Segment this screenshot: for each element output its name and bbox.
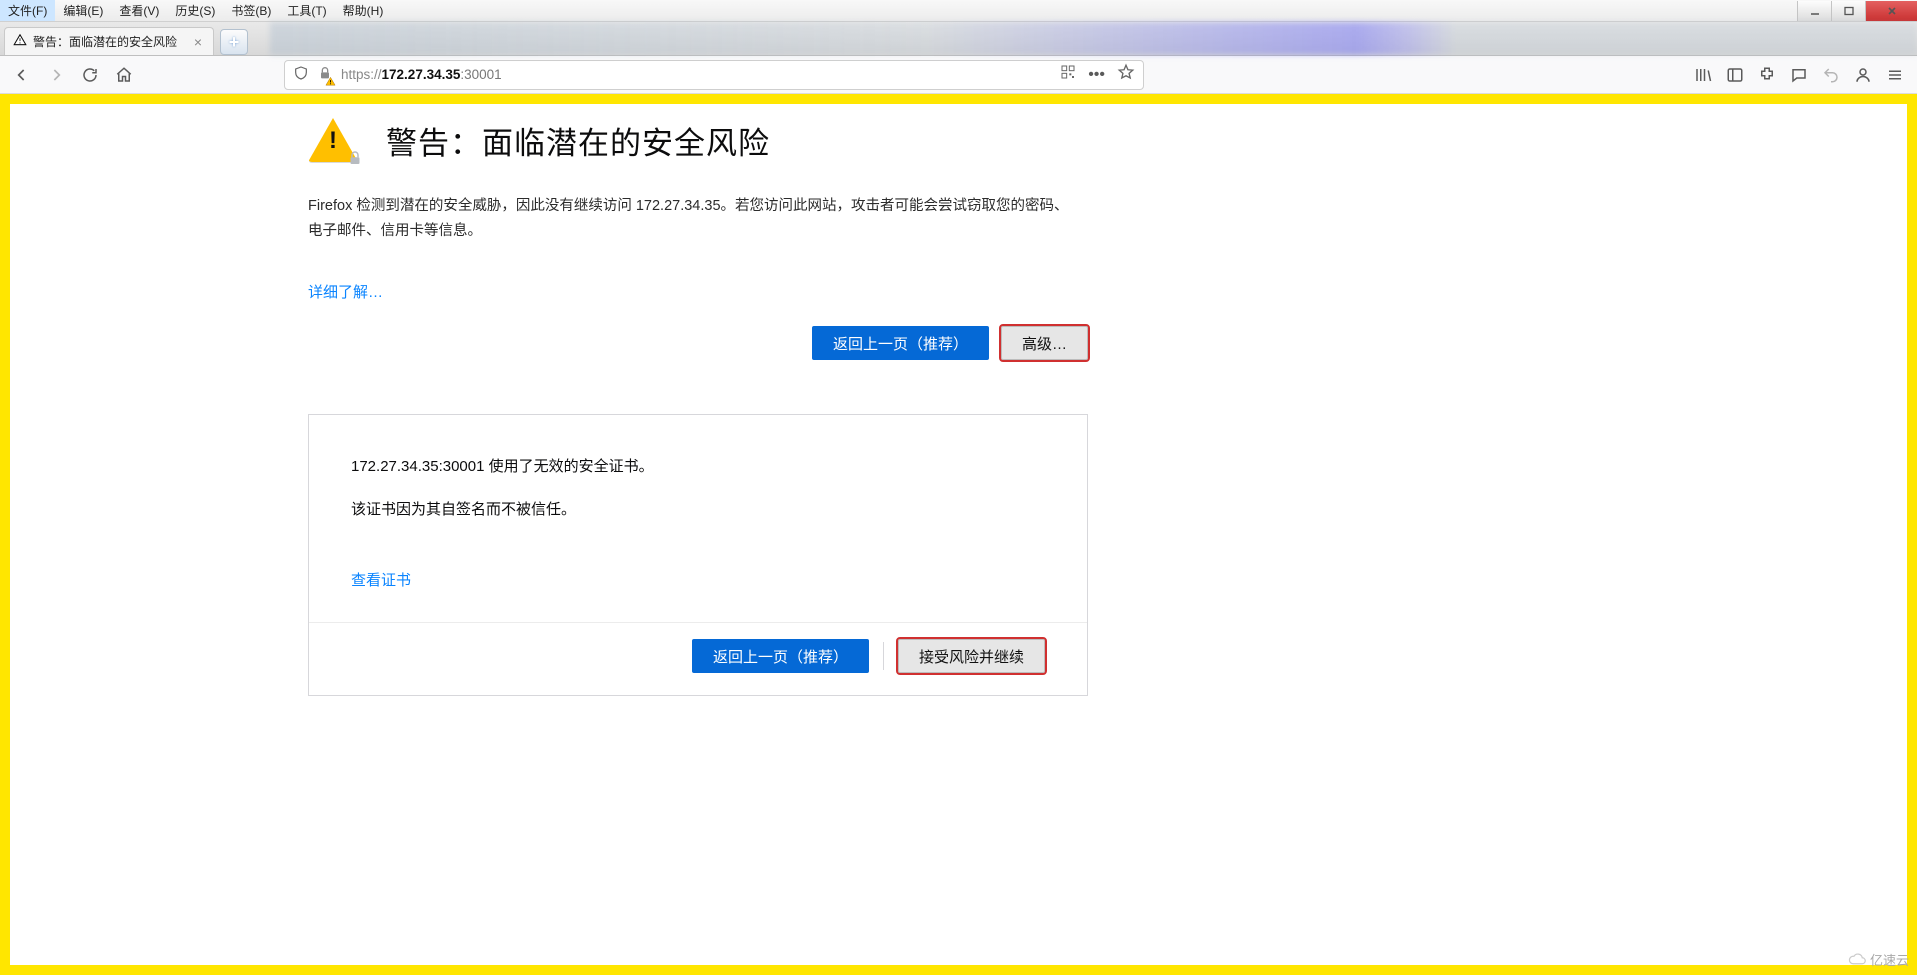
qr-icon[interactable] xyxy=(1060,64,1076,85)
watermark: 亿速云 xyxy=(1848,950,1909,969)
new-tab-button[interactable]: + xyxy=(220,29,248,55)
window-maximize-button[interactable] xyxy=(1831,1,1865,21)
go-back-button[interactable]: 返回上一页（推荐） xyxy=(812,326,989,360)
menu-bookmarks[interactable]: 书签(B) xyxy=(223,0,279,21)
library-icon[interactable] xyxy=(1689,61,1717,89)
button-divider xyxy=(883,642,884,670)
error-page-content: ! 警告：面临潜在的安全风险 Firefox 检测到潜在的安全威胁，因此没有继续… xyxy=(308,118,1088,696)
nav-toolbar: https://172.27.34.35:30001 ••• xyxy=(0,56,1917,94)
url-text: https://172.27.34.35:30001 xyxy=(341,67,502,82)
cert-error-line-1: 172.27.34.35:30001 使用了无效的安全证书。 xyxy=(351,455,1045,476)
window-controls xyxy=(1797,1,1917,21)
tab-title: 警告：面临潜在的安全风险 xyxy=(33,33,177,50)
home-button[interactable] xyxy=(110,61,138,89)
go-back-button-2[interactable]: 返回上一页（推荐） xyxy=(692,639,869,673)
page-highlight-frame: ! 警告：面临潜在的安全风险 Firefox 检测到潜在的安全威胁，因此没有继续… xyxy=(0,94,1917,975)
back-button[interactable] xyxy=(8,61,36,89)
menu-help[interactable]: 帮助(H) xyxy=(335,0,392,21)
app-menu-icon[interactable] xyxy=(1881,61,1909,89)
reload-button[interactable] xyxy=(76,61,104,89)
url-bar[interactable]: https://172.27.34.35:30001 ••• xyxy=(284,60,1144,90)
tracking-protection-icon[interactable] xyxy=(293,65,309,84)
window-close-button[interactable] xyxy=(1865,1,1917,21)
chat-icon[interactable] xyxy=(1785,61,1813,89)
certificate-details-panel: 172.27.34.35:30001 使用了无效的安全证书。 该证书因为其自签名… xyxy=(308,414,1088,696)
cert-error-line-2: 该证书因为其自签名而不被信任。 xyxy=(351,498,1045,519)
menu-bar: 文件(F) 编辑(E) 查看(V) 历史(S) 书签(B) 工具(T) 帮助(H… xyxy=(0,0,1917,22)
warning-description: Firefox 检测到潜在的安全威胁，因此没有继续访问 172.27.34.35… xyxy=(308,194,1078,243)
warning-triangle-large-icon: ! xyxy=(308,118,360,168)
connection-insecure-icon[interactable] xyxy=(317,65,333,84)
view-certificate-link[interactable]: 查看证书 xyxy=(351,569,411,590)
tab-strip: 警告：面临潜在的安全风险 × + xyxy=(0,22,1917,56)
menu-edit[interactable]: 编辑(E) xyxy=(55,0,111,21)
extension-icon[interactable] xyxy=(1753,61,1781,89)
advanced-button[interactable]: 高级… xyxy=(1001,326,1088,360)
account-icon[interactable] xyxy=(1849,61,1877,89)
page-actions-icon[interactable]: ••• xyxy=(1088,66,1105,84)
warning-triangle-icon xyxy=(13,33,27,50)
menu-view[interactable]: 查看(V) xyxy=(111,0,167,21)
accept-risk-button[interactable]: 接受风险并继续 xyxy=(898,639,1045,673)
forward-button[interactable] xyxy=(42,61,70,89)
browser-tab-active[interactable]: 警告：面临潜在的安全风险 × xyxy=(4,27,214,55)
sidebar-toggle-icon[interactable] xyxy=(1721,61,1749,89)
menu-file[interactable]: 文件(F) xyxy=(0,0,55,21)
learn-more-link[interactable]: 详细了解… xyxy=(308,281,383,302)
bookmark-star-icon[interactable] xyxy=(1117,63,1135,86)
menu-history[interactable]: 历史(S) xyxy=(167,0,223,21)
page-title: 警告：面临潜在的安全风险 xyxy=(386,118,770,163)
window-minimize-button[interactable] xyxy=(1797,1,1831,21)
tabstrip-blur-bg xyxy=(270,22,1917,55)
tab-close-button[interactable]: × xyxy=(192,35,204,49)
lock-small-icon xyxy=(346,149,364,172)
menu-tools[interactable]: 工具(T) xyxy=(279,0,334,21)
undo-icon[interactable] xyxy=(1817,61,1845,89)
